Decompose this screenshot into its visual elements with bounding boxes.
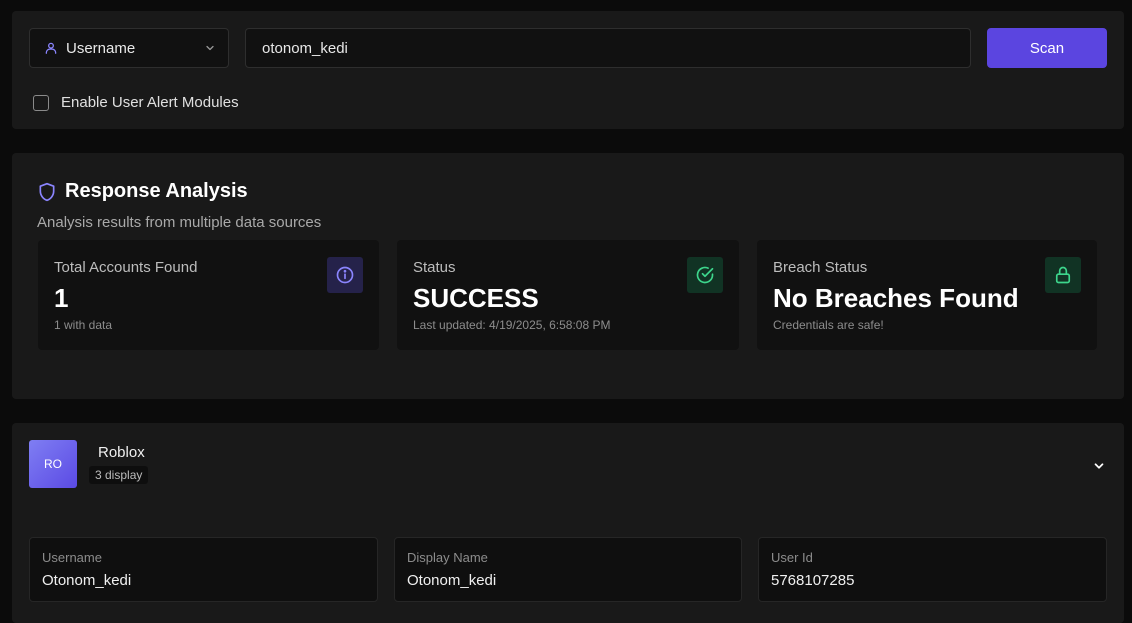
field-username: Username Otonom_kedi <box>29 537 378 602</box>
platform-name: Roblox <box>98 444 145 461</box>
alert-modules-checkbox[interactable] <box>33 94 49 111</box>
platform-avatar: RO <box>29 440 77 488</box>
field-label: User Id <box>771 550 813 565</box>
field-label: Username <box>42 550 102 565</box>
breach-status-card: Breach Status No Breaches Found Credenti… <box>757 240 1097 350</box>
stat-value: No Breaches Found <box>773 283 1019 313</box>
platform-result-panel: RO Roblox 3 display Username Otonom_kedi… <box>12 423 1124 623</box>
search-input[interactable] <box>245 28 971 68</box>
stat-value: SUCCESS <box>413 283 539 313</box>
field-display-name: Display Name Otonom_kedi <box>394 537 742 602</box>
stat-label: Status <box>413 259 456 276</box>
analysis-panel: Response Analysis Analysis results from … <box>12 153 1124 399</box>
stat-label: Breach Status <box>773 259 868 276</box>
alert-modules-label: Enable User Alert Modules <box>61 94 239 111</box>
stat-subtext: Last updated: 4/19/2025, 6:58:08 PM <box>413 318 611 332</box>
stat-value: 1 <box>54 283 69 313</box>
stat-subtext: Credentials are safe! <box>773 318 884 332</box>
field-label: Display Name <box>407 550 488 565</box>
check-circle-icon <box>687 257 723 293</box>
field-user-id: User Id 5768107285 <box>758 537 1107 602</box>
analysis-subtitle: Analysis results from multiple data sour… <box>37 214 322 231</box>
info-icon <box>327 257 363 293</box>
scan-button[interactable]: Scan <box>987 28 1107 68</box>
lock-icon <box>1045 257 1081 293</box>
chevron-down-icon[interactable] <box>1092 459 1106 473</box>
analysis-title: Response Analysis <box>65 180 248 202</box>
analysis-header: Response Analysis <box>37 180 248 203</box>
status-card: Status SUCCESS Last updated: 4/19/2025, … <box>397 240 739 350</box>
field-value: Otonom_kedi <box>407 572 497 589</box>
shield-icon <box>37 182 57 202</box>
total-accounts-card: Total Accounts Found 1 1 with data <box>38 240 379 350</box>
display-count-badge: 3 display <box>89 466 149 484</box>
search-type-label: Username <box>66 39 136 57</box>
stat-label: Total Accounts Found <box>54 259 198 276</box>
stat-subtext: 1 with data <box>54 318 113 332</box>
search-panel: Username Scan Enable User Alert Modules <box>12 11 1124 129</box>
user-icon <box>44 41 58 55</box>
field-value: 5768107285 <box>771 572 855 589</box>
chevron-down-icon <box>204 42 216 54</box>
search-type-select[interactable]: Username <box>29 28 229 68</box>
alert-modules-toggle[interactable]: Enable User Alert Modules <box>33 94 239 111</box>
field-value: Otonom_kedi <box>42 572 132 589</box>
